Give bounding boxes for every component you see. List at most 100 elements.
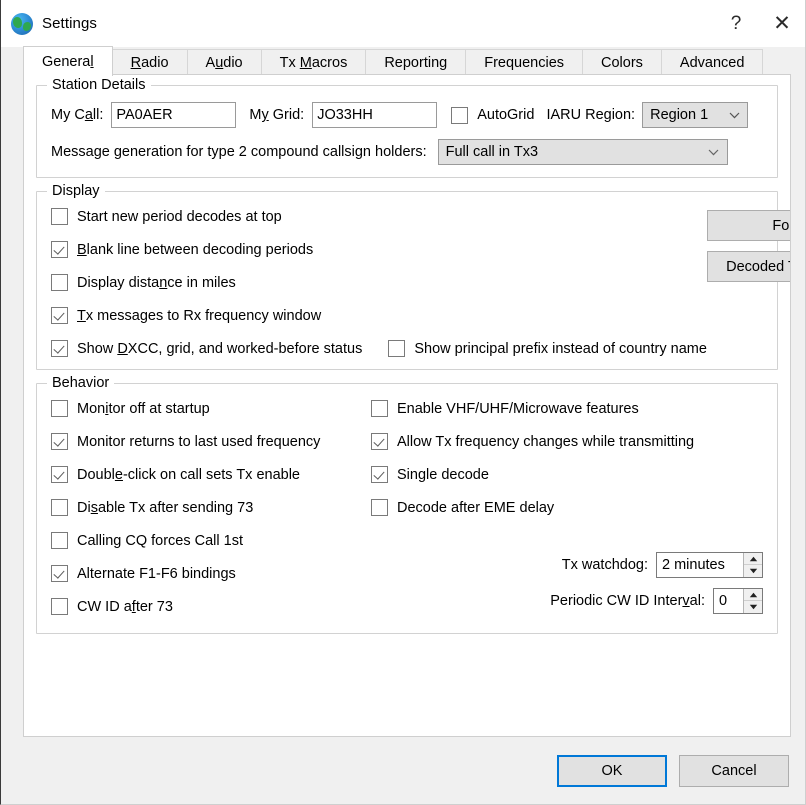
checkbox-box [371,466,388,483]
checkbox-box [51,466,68,483]
display-line-1: Start new period decodes at top [51,208,707,229]
my-call-input[interactable] [111,102,237,128]
checkbox-blank-line-between-decoding-periods[interactable]: Blank line between decoding periods [51,241,313,258]
checkbox-label: Show principal prefix instead of country… [414,340,707,357]
checkbox-decode-after-eme-delay[interactable]: Decode after EME delay [371,499,554,516]
tab-audio[interactable]: Au dio [186,49,262,75]
checkbox-label: Enable VHF/UHF/Microwave features [397,400,639,417]
periodic-cw-id-interval-value: 0 [719,593,728,609]
message-generation-select[interactable]: Full call in Tx3 [437,139,728,165]
checkbox-show-dxcc-grid-worked-before[interactable]: Show DXCC, grid, and worked-before statu… [51,340,362,357]
chevron-down-icon [701,149,727,156]
checkbox-allow-tx-frequency-changes-while-transmitting[interactable]: Allow Tx frequency changes while transmi… [371,433,694,450]
globe-icon [11,12,33,35]
behavior-left-line-1: Monitor off at startup [51,400,371,421]
title-bar: Settings ? ✕ [1,0,805,47]
behavior-left-line-3: Double-click on call sets Tx enable [51,466,371,487]
station-details-row-1: My Call: My Grid: AutoGrid IARU Region: … [51,102,763,128]
checkbox-box [371,400,388,417]
checkbox-enable-vhf-uhf-microwave-features[interactable]: Enable VHF/UHF/Microwave features [371,400,639,417]
checkbox-label: Display distance in miles [77,274,236,291]
checkbox-label: Monitor returns to last used frequency [77,433,321,450]
tab-content-general: Station Details My Call: My Grid: AutoGr… [23,74,791,737]
checkbox-calling-cq-forces-call-1st[interactable]: Calling CQ forces Call 1st [51,532,243,549]
behavior-right-spacer [371,520,763,552]
stepper-up-icon[interactable] [744,589,762,601]
cancel-button[interactable]: Cancel [679,754,789,787]
checkbox-label: Blank line between decoding periods [77,241,314,258]
checkbox-box [51,598,68,615]
tab-radio[interactable]: Radio [111,49,188,75]
my-grid-input[interactable] [312,102,438,128]
checkbox-box [371,499,388,516]
settings-dialog: Settings ? ✕ Genera l Radio Au dio Tx Macr… [0,0,806,805]
behavior-left-line-5: Calling CQ forces Call 1st [51,532,371,553]
autogrid-checkbox[interactable]: AutoGrid [451,106,534,124]
behavior-right-column: Enable VHF/UHF/Microwave features Allow … [371,400,763,619]
dialog-button-bar: OK Cancel [1,737,805,804]
window-title: Settings [42,15,97,32]
checkbox-label: Calling CQ forces Call 1st [77,532,243,549]
tab-reporting[interactable]: Reportin g [365,49,467,75]
checkbox-single-decode[interactable]: Single decode [371,466,489,483]
cw-id-stepper-buttons [743,589,762,613]
tab-frequencies[interactable]: Frequencies [465,49,584,75]
group-legend-station-details: Station Details [47,77,151,93]
checkbox-start-new-period-decodes-at-top[interactable]: Start new period decodes at top [51,208,282,225]
stepper-down-icon[interactable] [744,601,762,613]
checkbox-label: Alternate F1-F6 bindings [77,565,236,582]
periodic-cw-id-interval-stepper[interactable]: 0 [713,588,763,614]
iaru-region-value: Region 1 [650,107,709,123]
behavior-left-line-6: Alternate F1-F6 bindings [51,565,371,586]
autogrid-checkbox-box [451,106,469,124]
help-button[interactable]: ? [713,0,759,47]
behavior-left-line-7: CW ID after 73 [51,598,371,619]
checkbox-box [51,433,68,450]
checkbox-double-click-on-call-sets-tx-enable[interactable]: Double-click on call sets Tx enable [51,466,300,483]
tab-colors[interactable]: Colors [582,49,662,75]
checkbox-box [371,433,388,450]
checkbox-label: Double-click on call sets Tx enable [77,466,300,483]
group-legend-behavior: Behavior [47,375,115,391]
checkbox-label: Show DXCC, grid, and worked-before statu… [77,340,363,357]
behavior-right-line-1: Enable VHF/UHF/Microwave features [371,400,763,421]
checkbox-show-principal-prefix[interactable]: Show principal prefix instead of country… [388,340,707,357]
group-display: Display Start new period decodes at top … [36,183,790,370]
decoded-text-font-button[interactable]: Decoded Text Font... [706,251,790,282]
checkbox-box [51,274,68,291]
my-grid-label: My Grid: [249,107,305,123]
tab-tx-macros[interactable]: Tx Macros [260,49,367,75]
stepper-down-icon[interactable] [744,565,762,577]
display-content: Start new period decodes at top Blank li… [51,208,790,357]
checkbox-monitor-off-at-startup[interactable]: Monitor off at startup [51,400,210,417]
message-generation-value: Full call in Tx3 [445,144,539,160]
iaru-region-select[interactable]: Region 1 [642,102,749,128]
tab-bar: Genera l Radio Au dio Tx Macros Reportin g … [1,46,805,76]
behavior-right-line-3: Single decode [371,466,763,487]
tab-advanced[interactable]: Advanced [660,49,764,75]
behavior-left-line-2: Monitor returns to last used frequency [51,433,371,454]
checkbox-cw-id-after-73[interactable]: CW ID after 73 [51,598,173,615]
checkbox-box [51,208,68,225]
ok-button[interactable]: OK [557,754,667,787]
checkbox-alternate-f1-f6-bindings[interactable]: Alternate F1-F6 bindings [51,565,236,582]
checkbox-monitor-returns-to-last-used-frequency[interactable]: Monitor returns to last used frequency [51,433,320,450]
tx-watchdog-label: Tx watchdog: [561,557,648,573]
checkbox-disable-tx-after-sending-73[interactable]: Disable Tx after sending 73 [51,499,253,516]
close-icon[interactable]: ✕ [759,0,805,47]
tab-general[interactable]: Genera l [23,46,113,76]
checkbox-label: Monitor off at startup [77,400,210,417]
stepper-up-icon[interactable] [744,553,762,565]
checkbox-label: Single decode [397,466,489,483]
checkbox-box [51,307,68,324]
behavior-right-line-4: Decode after EME delay [371,499,763,520]
behavior-left-column: Monitor off at startup Monitor returns t… [51,400,371,619]
checkbox-tx-messages-to-rx-frequency-window[interactable]: Tx messages to Rx frequency window [51,307,321,324]
group-legend-display: Display [47,183,105,199]
checkbox-display-distance-in-miles[interactable]: Display distance in miles [51,274,236,291]
behavior-right-line-2: Allow Tx frequency changes while transmi… [371,433,763,454]
font-button[interactable]: Font... [706,210,790,241]
my-call-label: My Call: [51,107,104,123]
iaru-region-label: IARU Region: [546,107,636,123]
tx-watchdog-stepper[interactable]: 2 minutes [656,552,763,578]
